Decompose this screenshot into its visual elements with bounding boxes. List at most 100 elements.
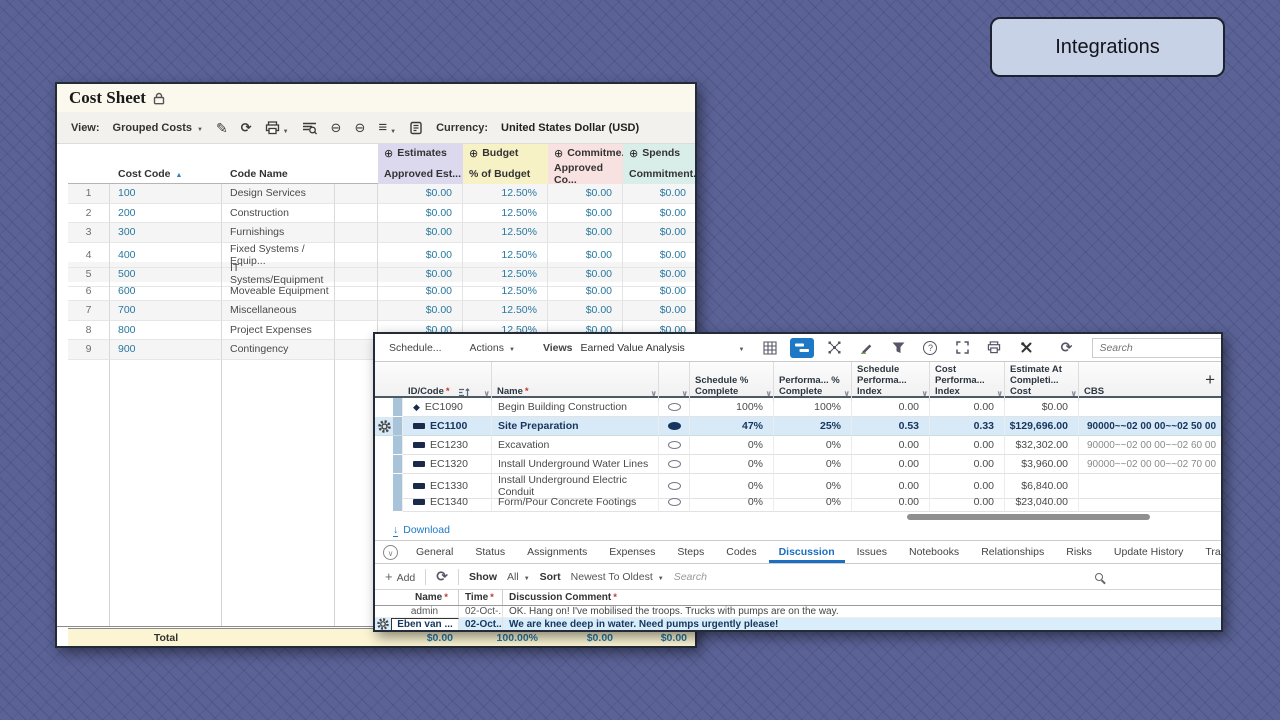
- download-link[interactable]: Download: [375, 520, 1221, 540]
- view-dropdown[interactable]: Grouped Costs: [113, 122, 203, 134]
- highlight-icon[interactable]: [854, 338, 878, 358]
- table-view-icon[interactable]: [758, 338, 782, 358]
- collapse-panel-icon[interactable]: [383, 545, 398, 560]
- collapse-icon[interactable]: [331, 121, 342, 134]
- tab-trace-logic[interactable]: Trace Logic: [1195, 542, 1221, 563]
- tab-update-history[interactable]: Update History: [1104, 542, 1193, 563]
- chevron-down-icon[interactable]: [651, 388, 658, 399]
- network-view-icon[interactable]: [822, 338, 846, 358]
- gantt-view-icon[interactable]: [790, 338, 814, 358]
- column-header-cpi[interactable]: Cost Performa... Index: [930, 362, 1005, 401]
- comment-icon[interactable]: [668, 441, 681, 449]
- group-header-budget[interactable]: Budget: [463, 144, 548, 162]
- tab-expenses[interactable]: Expenses: [599, 542, 665, 563]
- chevron-down-icon[interactable]: [844, 388, 851, 399]
- column-header-comment[interactable]: [659, 362, 690, 401]
- table-row[interactable]: 1100Design Services$0.0012.50%$0.00$0.00: [68, 184, 697, 204]
- filter-rows-icon[interactable]: [302, 121, 318, 135]
- add-comment-button[interactable]: Add: [385, 569, 415, 584]
- comment-icon[interactable]: [668, 403, 681, 411]
- sort-dropdown[interactable]: Newest To Oldest: [571, 571, 664, 583]
- show-dropdown[interactable]: All: [507, 571, 530, 583]
- fullscreen-icon[interactable]: [950, 338, 974, 358]
- group-header-spends[interactable]: Spends: [623, 144, 697, 162]
- discussion-row-selected[interactable]: Eben van ... 02-Oct... We are knee deep …: [375, 618, 1221, 631]
- tools-icon[interactable]: [1014, 338, 1038, 358]
- chevron-down-icon[interactable]: [766, 388, 773, 399]
- comment-icon[interactable]: [668, 498, 681, 506]
- table-row[interactable]: EC1330 Install Underground Electric Cond…: [375, 474, 1221, 493]
- table-row[interactable]: 6600Moveable Equipment$0.0012.50%$0.00$0…: [68, 282, 697, 302]
- refresh-icon[interactable]: [1054, 338, 1078, 358]
- chevron-down-icon[interactable]: [922, 388, 929, 399]
- tab-issues[interactable]: Issues: [847, 542, 897, 563]
- table-row[interactable]: EC1230 Excavation 0% 0% 0.00 0.00 $32,30…: [375, 436, 1221, 455]
- search-icon[interactable]: [1095, 573, 1103, 581]
- help-icon[interactable]: [918, 338, 942, 358]
- column-header-commitment[interactable]: Commitment...: [623, 162, 697, 186]
- column-header-performance-pct[interactable]: Performa... % Complete: [774, 362, 852, 401]
- column-header-pct-budget[interactable]: % of Budget: [463, 162, 548, 186]
- tab-status[interactable]: Status: [465, 542, 515, 563]
- chevron-down-icon[interactable]: [484, 388, 491, 399]
- integrations-badge[interactable]: Integrations: [990, 17, 1225, 77]
- schedule-button[interactable]: Schedule...: [383, 342, 448, 354]
- refresh-icon[interactable]: [241, 121, 252, 134]
- column-header-approved-co[interactable]: Approved Co...: [548, 162, 623, 186]
- column-header-code-name[interactable]: Code Name: [222, 162, 335, 186]
- comment-icon[interactable]: [668, 482, 681, 490]
- table-row[interactable]: EC1340 Form/Pour Concrete Footings 0% 0%…: [375, 493, 1221, 512]
- comment-filled-icon[interactable]: [668, 422, 681, 430]
- tab-assignments[interactable]: Assignments: [517, 542, 597, 563]
- discussion-row[interactable]: admin 02-Oct-... OK. Hang on! I've mobil…: [375, 606, 1221, 618]
- chevron-down-icon[interactable]: [997, 388, 1004, 399]
- tab-codes[interactable]: Codes: [716, 542, 766, 563]
- chevron-down-icon[interactable]: [682, 388, 689, 399]
- column-header-eac[interactable]: Estimate At Completi... Cost: [1005, 362, 1079, 401]
- table-row[interactable]: 4400Fixed Systems / Equip...$0.0012.50%$…: [68, 243, 697, 263]
- column-header-name[interactable]: Name: [492, 362, 659, 401]
- column-header-name[interactable]: Name: [391, 590, 459, 605]
- group-header-estimates[interactable]: Estimates: [378, 144, 463, 162]
- gear-icon[interactable]: [375, 417, 393, 436]
- table-row-selected[interactable]: EC1100 Site Preparation 47% 25% 0.53 0.3…: [375, 417, 1221, 436]
- chevron-down-icon[interactable]: [1071, 388, 1078, 399]
- edit-icon[interactable]: [216, 121, 228, 135]
- print-icon[interactable]: [265, 121, 289, 135]
- tab-discussion[interactable]: Discussion: [769, 542, 845, 563]
- column-header-cbs[interactable]: CBS: [1079, 362, 1221, 401]
- table-row[interactable]: 7700Miscellaneous$0.0012.50%$0.00$0.00: [68, 301, 697, 321]
- gear-icon[interactable]: [375, 618, 391, 631]
- column-header-comment[interactable]: Discussion Comment: [503, 590, 1221, 605]
- column-header-time[interactable]: Time: [459, 590, 503, 605]
- sort-icon[interactable]: [458, 387, 470, 398]
- tab-relationships[interactable]: Relationships: [971, 542, 1054, 563]
- table-row[interactable]: 3300Furnishings$0.0012.50%$0.00$0.00: [68, 223, 697, 243]
- table-row[interactable]: 5500IT Systems/Equipment$0.0012.50%$0.00…: [68, 262, 697, 282]
- column-header-spi[interactable]: Schedule Performa... Index: [852, 362, 930, 401]
- refresh-icon[interactable]: [436, 568, 448, 585]
- tab-notebooks[interactable]: Notebooks: [899, 542, 969, 563]
- horizontal-scrollbar[interactable]: [907, 514, 1150, 520]
- menu-icon[interactable]: [378, 120, 396, 135]
- column-header-schedule-pct[interactable]: Schedule % Complete: [690, 362, 774, 401]
- collapse-all-icon[interactable]: [354, 121, 365, 134]
- comment-icon[interactable]: [668, 460, 681, 468]
- table-row[interactable]: EC1320 Install Underground Water Lines 0…: [375, 455, 1221, 474]
- table-row[interactable]: 2200Construction$0.0012.50%$0.00$0.00: [68, 204, 697, 224]
- discussion-search-placeholder[interactable]: Search: [674, 571, 707, 583]
- tab-general[interactable]: General: [406, 542, 463, 563]
- filter-icon[interactable]: [886, 338, 910, 358]
- print-icon[interactable]: [982, 338, 1006, 358]
- actions-button[interactable]: Actions: [464, 342, 521, 354]
- group-header-commitments[interactable]: Commitme...: [548, 144, 623, 162]
- column-header-approved-est[interactable]: Approved Est...: [378, 162, 463, 186]
- column-header-cost-code[interactable]: Cost Code: [110, 162, 222, 186]
- views-dropdown[interactable]: ViewsEarned Value Analysis: [537, 342, 751, 354]
- tab-risks[interactable]: Risks: [1056, 542, 1102, 563]
- table-row[interactable]: EC1090 Begin Building Construction 100% …: [375, 398, 1221, 417]
- search-input[interactable]: [1099, 342, 1223, 354]
- add-column-button[interactable]: +: [1205, 370, 1215, 390]
- tab-steps[interactable]: Steps: [667, 542, 714, 563]
- column-header-id[interactable]: ID/Code: [403, 362, 492, 401]
